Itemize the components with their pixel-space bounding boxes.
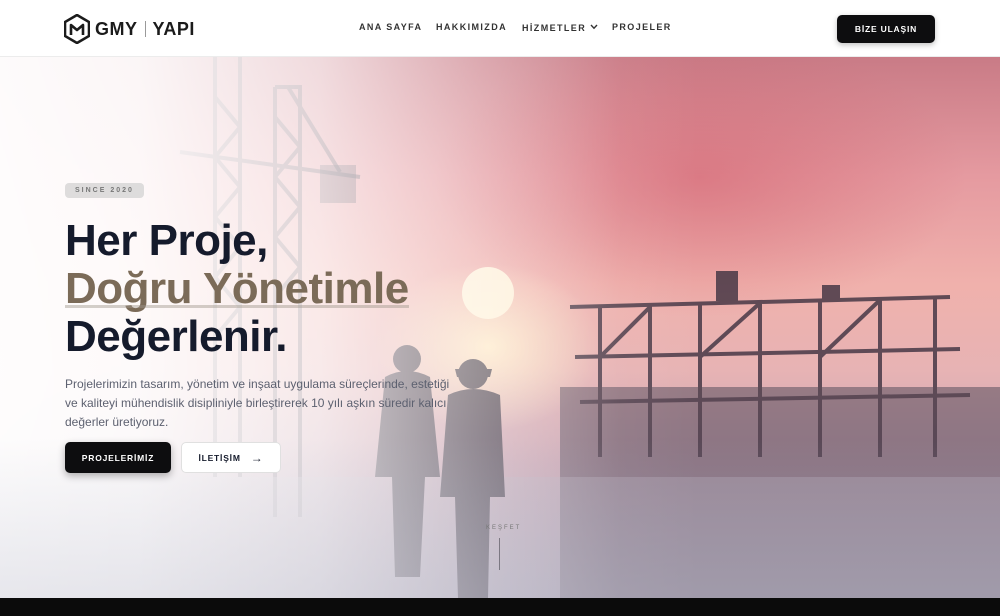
next-section-edge [0,598,1000,616]
scroll-label[interactable]: KEŞFET [486,525,521,531]
arrow-right-icon: → [250,450,264,465]
chevron-down-icon [590,22,598,32]
hero-title-line-2: Doğru Yönetimle [65,264,409,313]
scroll-indicator-line [499,538,500,570]
nav-hakkimizda[interactable]: HAKKIMIZDA [436,22,507,32]
hero-section: SINCE 2020 Her Proje, Doğru Yönetimle De… [0,57,1000,598]
nav-projeler[interactable]: PROJELER [612,22,672,32]
contact-cta-button[interactable]: BİZE ULAŞIN [837,15,935,43]
nav-ana-sayfa[interactable]: ANA SAYFA [359,22,422,32]
nav-hizmetler[interactable]: HİZMETLER [522,22,598,33]
hero-title-line-1: Her Proje, [65,216,268,265]
contact-button[interactable]: İLETİŞİM → [181,442,281,473]
nav-hizmetler-label: HİZMETLER [522,23,587,33]
hero-title-line-3: Değerlenir. [65,312,287,361]
contact-button-label: İLETİŞİM [198,452,241,463]
hero-description: Projelerimizin tasarım, yönetim ve inşaa… [65,377,450,429]
projects-button[interactable]: PROJELERİMİZ [65,442,171,473]
site-header: GMY YAPI ANA SAYFA HAKKIMIZDA HİZMETLER … [0,0,1000,57]
since-badge: SINCE 2020 [65,183,144,198]
hero-title: Her Proje, Doğru Yönetimle Değerlenir. [65,217,409,361]
